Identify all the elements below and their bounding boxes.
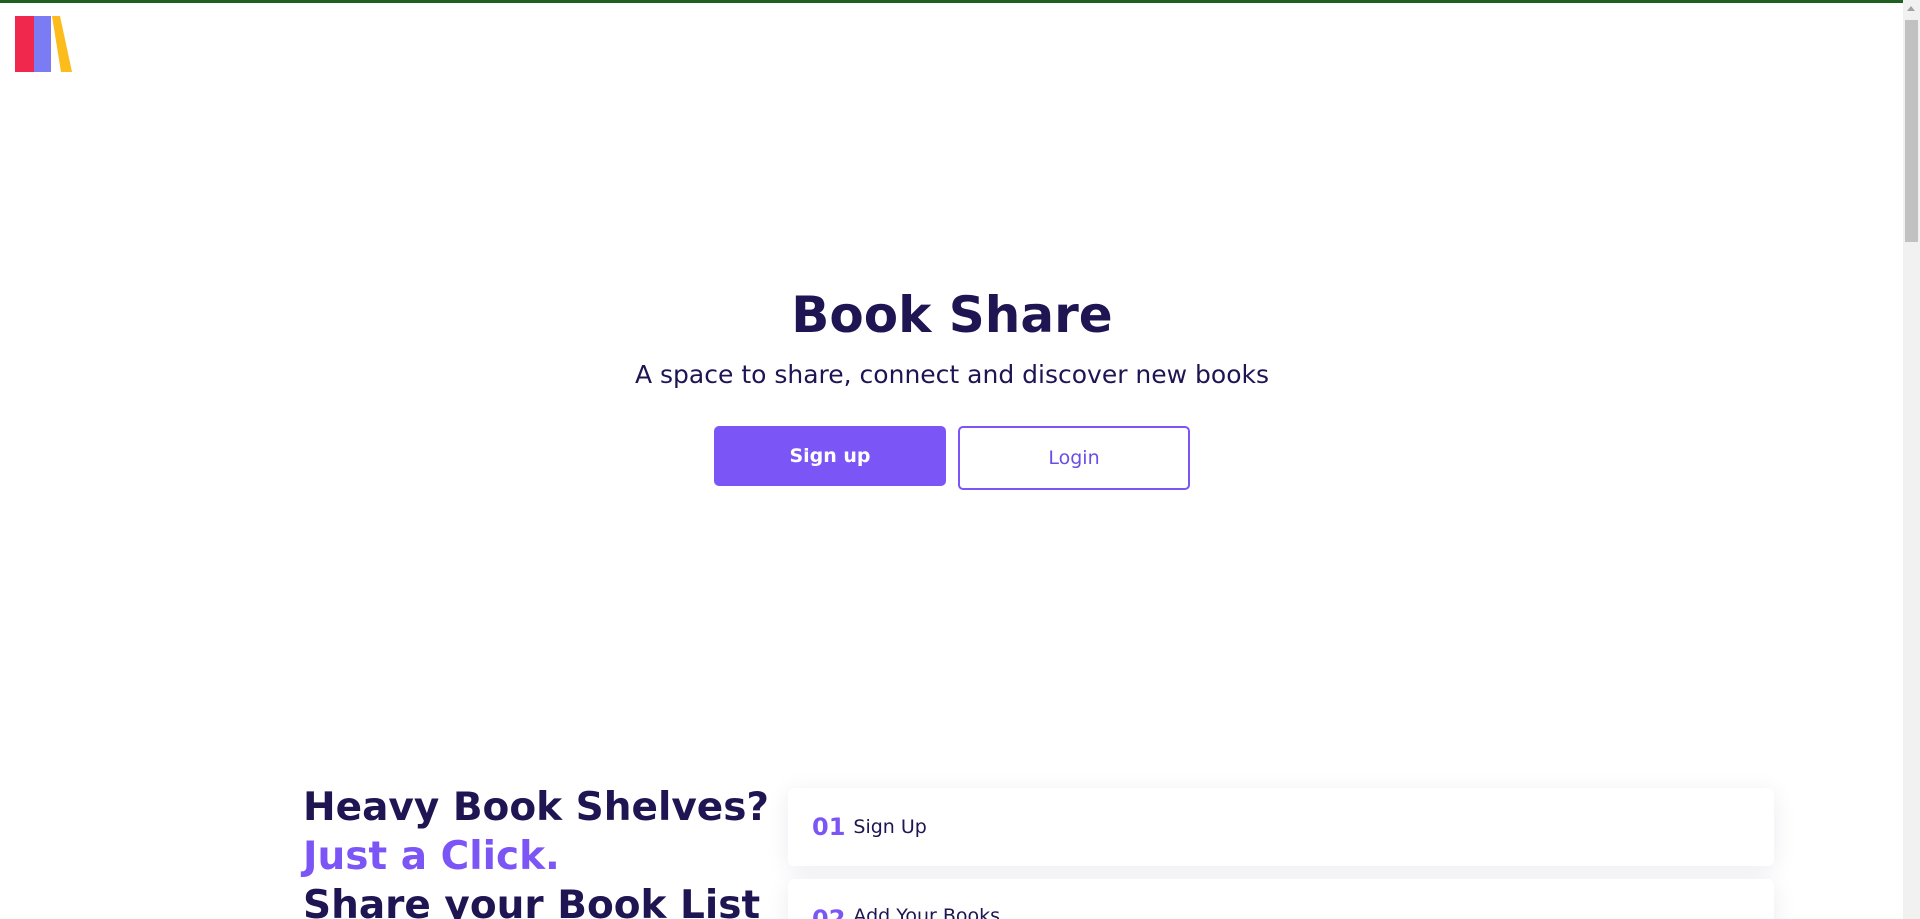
step-label: Sign Up bbox=[853, 816, 927, 838]
page-title: Book Share bbox=[791, 286, 1113, 344]
logo-red-book bbox=[15, 16, 34, 72]
page-scrollbar[interactable] bbox=[1903, 0, 1920, 919]
page-subtitle: A space to share, connect and discover n… bbox=[634, 360, 1270, 389]
step-card-signup: 01 Sign Up bbox=[788, 788, 1774, 866]
logo-purple-book bbox=[34, 16, 51, 72]
signup-button[interactable]: Sign up bbox=[714, 426, 946, 486]
step-number: 02 bbox=[812, 905, 846, 919]
steps-heading-line-2: Just a Click. bbox=[303, 834, 560, 879]
books-icon[interactable] bbox=[15, 16, 75, 72]
login-button[interactable]: Login bbox=[958, 426, 1190, 490]
top-accent-line bbox=[0, 0, 1920, 3]
scroll-up-arrow-icon[interactable] bbox=[1907, 6, 1915, 11]
logo-yellow-book bbox=[52, 16, 72, 72]
steps-heading: Heavy Book Shelves? Just a Click. Share … bbox=[303, 783, 783, 919]
step-card-add-books: 02 Add Your Books bbox=[788, 879, 1774, 919]
landing-page: Book Share A space to share, connect and… bbox=[0, 0, 1920, 919]
steps-heading-line-1: Heavy Book Shelves? bbox=[303, 785, 770, 830]
scrollbar-thumb[interactable] bbox=[1905, 20, 1918, 242]
hero-section: Book Share A space to share, connect and… bbox=[0, 280, 1904, 490]
step-number: 01 bbox=[812, 813, 846, 841]
hero-actions: Sign up Login bbox=[0, 426, 1904, 490]
steps-heading-line-3: Share your Book List bbox=[303, 883, 761, 919]
step-label: Add Your Books bbox=[853, 905, 1001, 919]
